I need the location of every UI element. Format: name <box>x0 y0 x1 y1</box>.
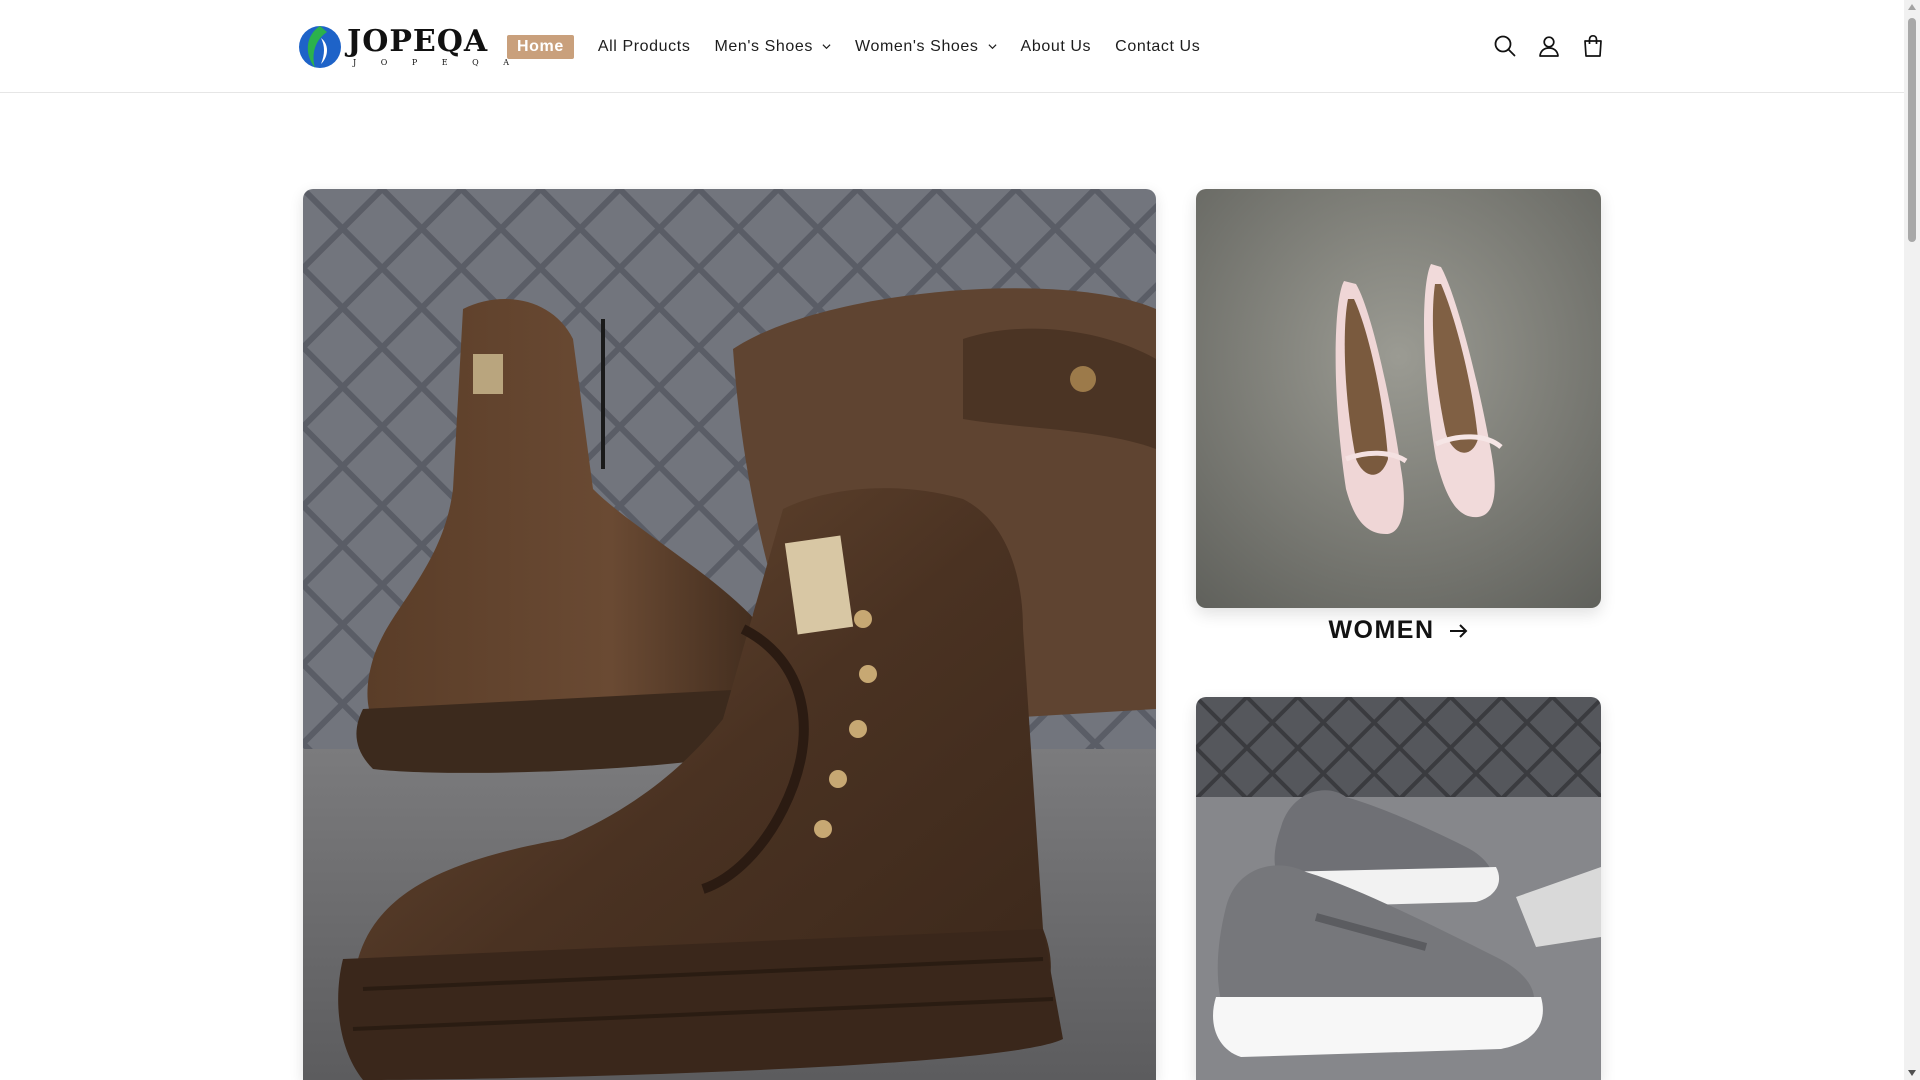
chevron-down-icon <box>822 43 831 49</box>
nav-womens-shoes[interactable]: Women's Shoes <box>855 38 997 56</box>
brand-logo-mark-icon <box>299 26 341 68</box>
brand-logo[interactable]: JOPEQA J O P E Q A <box>297 24 520 70</box>
brown-leather-boots-image[interactable] <box>303 189 1156 1080</box>
nav-mens-shoes[interactable]: Men's Shoes <box>714 38 831 56</box>
arrow-right-icon <box>1449 623 1467 638</box>
women-category-link[interactable]: WOMEN <box>1196 616 1601 645</box>
pink-flats-image <box>1196 189 1601 608</box>
page-scrollbar[interactable] <box>1904 0 1920 1080</box>
header-actions <box>1492 33 1624 59</box>
scroll-down-icon[interactable] <box>1908 1070 1916 1076</box>
account-icon[interactable] <box>1536 33 1562 59</box>
main-nav: Home All Products Men's Shoes Women's Sh… <box>507 34 1224 60</box>
scroll-thumb[interactable] <box>1908 18 1916 242</box>
nav-about-us-label: About Us <box>1020 38 1092 55</box>
scroll-up-icon[interactable] <box>1908 4 1916 10</box>
women-category-label: WOMEN <box>1328 616 1435 644</box>
nav-mens-shoes-label: Men's Shoes <box>714 38 814 55</box>
boots-illustration <box>303 189 1156 1080</box>
nav-all-products-label: All Products <box>597 38 691 55</box>
men-category-card[interactable] <box>1196 697 1601 1080</box>
grey-knit-sneakers-image <box>1196 697 1601 1080</box>
nav-womens-shoes-label: Women's Shoes <box>855 38 979 55</box>
women-category-card[interactable] <box>1196 189 1601 608</box>
nav-contact-us[interactable]: Contact Us <box>1115 38 1200 56</box>
nav-home-label: Home <box>517 38 564 55</box>
nav-contact-us-label: Contact Us <box>1115 38 1201 55</box>
cart-icon[interactable] <box>1580 33 1606 59</box>
nav-about-us[interactable]: About Us <box>1021 38 1092 56</box>
brand-name: JOPEQA <box>347 24 489 59</box>
nav-home[interactable]: Home <box>507 35 574 59</box>
brand-tagline: J O P E Q A <box>353 58 521 67</box>
chevron-down-icon <box>988 43 997 49</box>
site-header: JOPEQA J O P E Q A Home All Products Men… <box>0 0 1904 93</box>
nav-all-products[interactable]: All Products <box>598 38 691 56</box>
search-icon[interactable] <box>1492 33 1518 59</box>
